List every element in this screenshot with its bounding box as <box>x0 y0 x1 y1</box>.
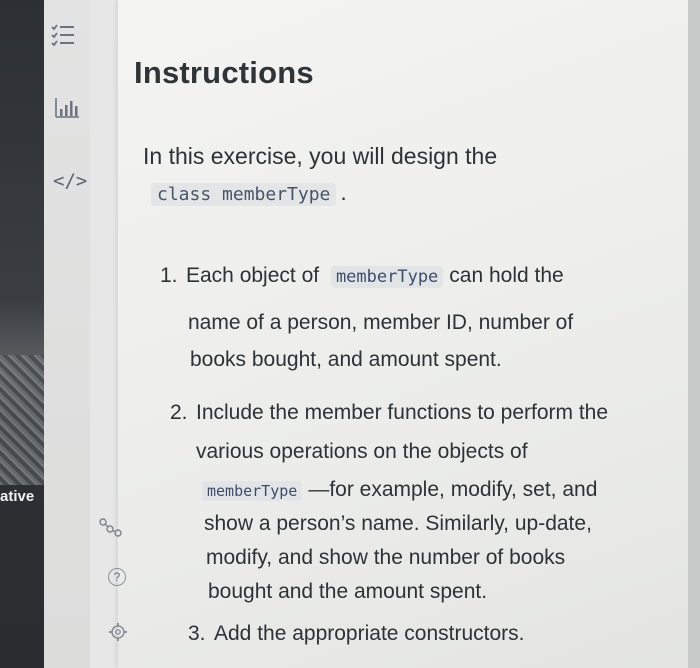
list-item: 2. Include the member functions to perfor… <box>170 395 608 431</box>
list-number: 3. <box>188 622 206 645</box>
item2-code: memberType <box>202 481 303 501</box>
item3-line1: Add the appropriate constructors. <box>214 622 525 645</box>
bar-chart-icon[interactable] <box>54 96 80 125</box>
item2-line1: Include the member functions to perform … <box>196 401 609 424</box>
page-title: Instructions <box>134 55 314 90</box>
item2-line6: bought and the amount spent. <box>208 580 488 603</box>
icon-rail: </> <box>44 0 91 668</box>
item1-code: memberType <box>330 266 444 288</box>
share-icon[interactable] <box>98 518 124 543</box>
intro-text: In this exercise, you will design the cl… <box>143 139 497 212</box>
code-icon[interactable]: </> <box>53 170 87 192</box>
checklist-icon[interactable] <box>50 22 76 53</box>
intro-suffix: . <box>340 179 347 205</box>
background-page-strip: ative <box>0 0 44 668</box>
list-item: 1. Each object of memberType can hold the <box>160 258 564 295</box>
background-photo <box>0 355 44 485</box>
item2-line3-suffix: —for example, modify, set, and <box>308 478 598 501</box>
item2-line4: show a person’s name. Similarly, up-date… <box>204 512 592 535</box>
right-edge <box>688 0 700 668</box>
list-item: 3. Add the appropriate constructors. <box>188 616 525 652</box>
list-number: 1. <box>160 264 178 287</box>
item2-line2: various operations on the objects of <box>196 440 528 463</box>
help-icon[interactable]: ? <box>108 568 126 586</box>
item1-line3: books bought, and amount spent. <box>190 348 502 371</box>
item1-line2: name of a person, member ID, number of <box>188 311 574 334</box>
list-number: 2. <box>170 401 188 424</box>
item2-line3: memberType —for example, modify, set, and <box>202 472 597 509</box>
item1-line1-suffix: can hold the <box>449 264 564 287</box>
background-label: ative <box>0 488 35 505</box>
intro-line-1: In this exercise, you will design the <box>143 143 498 169</box>
settings-icon[interactable] <box>108 622 128 647</box>
intro-code: class memberType <box>151 183 337 206</box>
item2-line5: modify, and show the number of books <box>206 546 566 569</box>
item1-line1-prefix: Each object of <box>186 264 320 287</box>
